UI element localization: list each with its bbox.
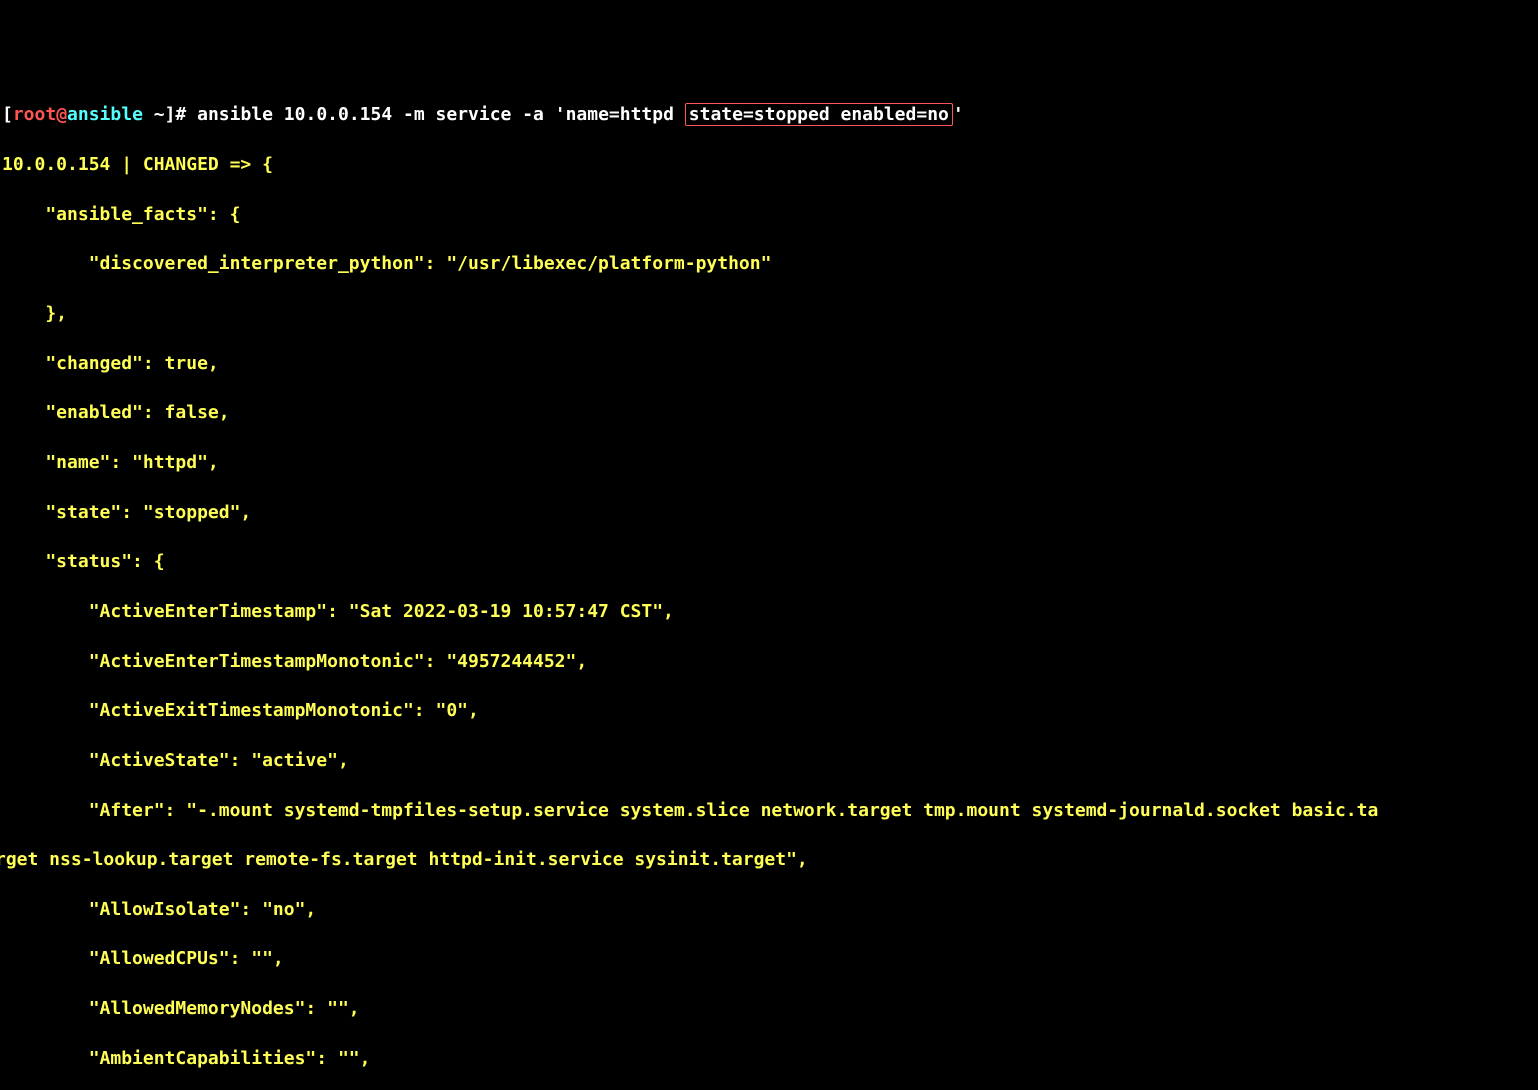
output-line: "status": { <box>2 550 1536 575</box>
output-line: "ActiveExitTimestampMonotonic": "0", <box>2 699 1536 724</box>
prompt-at: @ <box>56 104 67 125</box>
prompt-close-bracket: ]# <box>165 104 198 125</box>
output-line: "After": "-.mount systemd-tmpfiles-setup… <box>2 799 1536 824</box>
output-line: "state": "stopped", <box>2 501 1536 526</box>
output-line: "AllowedMemoryNodes": "", <box>2 997 1536 1022</box>
output-line: "AllowedCPUs": "", <box>2 947 1536 972</box>
prompt-open-bracket: [ <box>2 104 13 125</box>
output-line: "ansible_facts": { <box>2 203 1536 228</box>
output-line: rget nss-lookup.target remote-fs.target … <box>2 848 1536 873</box>
prompt-user: root <box>13 104 56 125</box>
output-line: "ActiveEnterTimestampMonotonic": "495724… <box>2 650 1536 675</box>
output-line: "ActiveState": "active", <box>2 749 1536 774</box>
prompt-tilde: ~ <box>143 104 165 125</box>
command-part1: ansible 10.0.0.154 -m service -a 'name=h… <box>197 104 685 125</box>
command-line[interactable]: [root@ansible ~]# ansible 10.0.0.154 -m … <box>2 103 1536 128</box>
output-line: }, <box>2 302 1536 327</box>
prompt-host: ansible <box>67 104 143 125</box>
output-line: "enabled": false, <box>2 401 1536 426</box>
output-line: "changed": true, <box>2 352 1536 377</box>
output-header: 10.0.0.154 | CHANGED => { <box>2 153 1536 178</box>
output-line: "discovered_interpreter_python": "/usr/l… <box>2 252 1536 277</box>
command-part2: ' <box>953 104 964 125</box>
output-line: "name": "httpd", <box>2 451 1536 476</box>
output-line: "AllowIsolate": "no", <box>2 898 1536 923</box>
output-line: "ActiveEnterTimestamp": "Sat 2022-03-19 … <box>2 600 1536 625</box>
output-line: "AmbientCapabilities": "", <box>2 1047 1536 1072</box>
command-highlight: state=stopped enabled=no <box>685 103 953 126</box>
